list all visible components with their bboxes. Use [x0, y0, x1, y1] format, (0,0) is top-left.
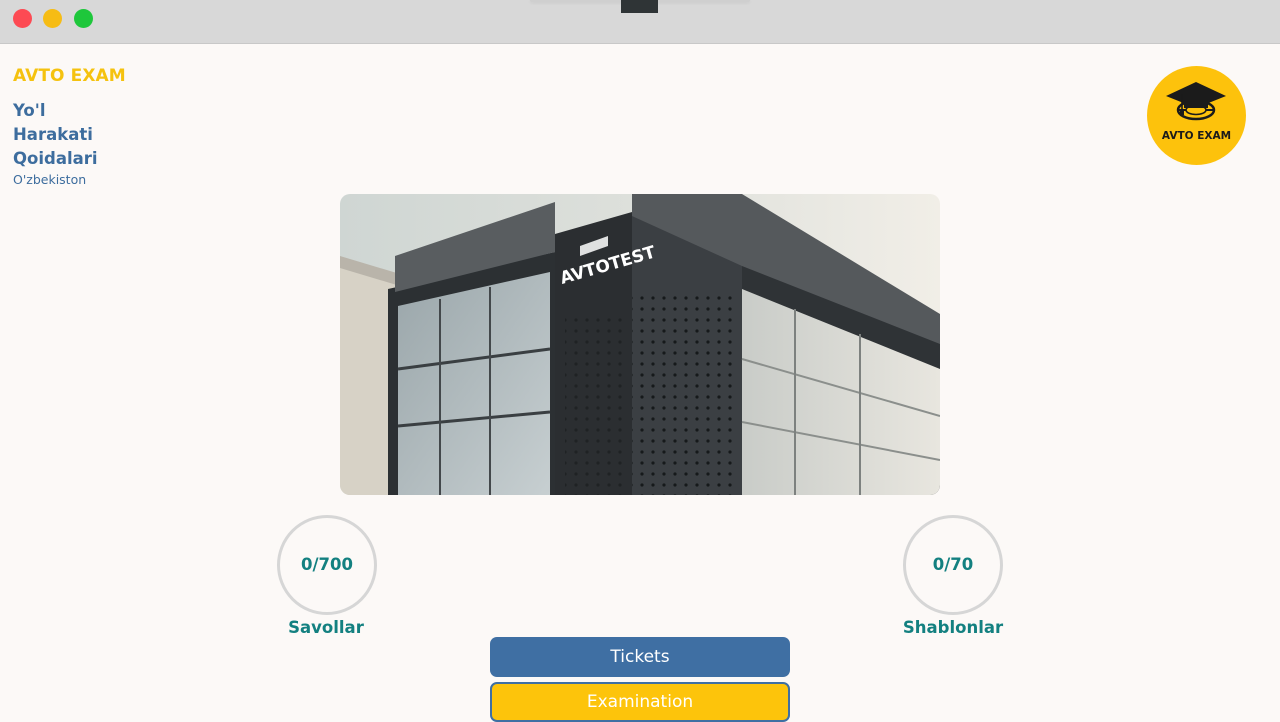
questions-progress-value: 0/700	[301, 555, 353, 574]
maximize-window-button[interactable]	[74, 9, 93, 28]
tickets-button[interactable]: Tickets	[490, 637, 790, 677]
brand-title: AVTO EXAM	[13, 66, 126, 86]
examination-button[interactable]: Examination	[490, 682, 790, 722]
subtitle-line-1: Yo'l	[13, 101, 46, 120]
window-titlebar	[0, 0, 1280, 44]
country-label: O'zbekiston	[13, 172, 87, 187]
logo-text: AVTO EXAM	[1161, 130, 1232, 142]
minimize-window-button[interactable]	[43, 9, 62, 28]
titlebar-tab-indicator	[621, 0, 658, 13]
close-window-button[interactable]	[13, 9, 32, 28]
subtitle-line-3: Qoidalari	[13, 149, 98, 168]
subtitle-line-2: Harakati	[13, 125, 93, 144]
questions-label: Savollar	[288, 618, 364, 637]
app-subtitle: Yo'l Harakati Qoidalari	[13, 99, 98, 171]
questions-progress-circle: 0/700	[277, 515, 377, 615]
avto-exam-logo[interactable]: AVTO EXAM	[1147, 66, 1246, 165]
hero-building-image: AVTOTEST	[340, 194, 940, 495]
templates-progress-circle: 0/70	[903, 515, 1003, 615]
templates-progress-value: 0/70	[932, 555, 974, 574]
graduation-cap-steering-wheel-icon	[1166, 82, 1226, 121]
templates-label: Shablonlar	[902, 618, 1004, 637]
